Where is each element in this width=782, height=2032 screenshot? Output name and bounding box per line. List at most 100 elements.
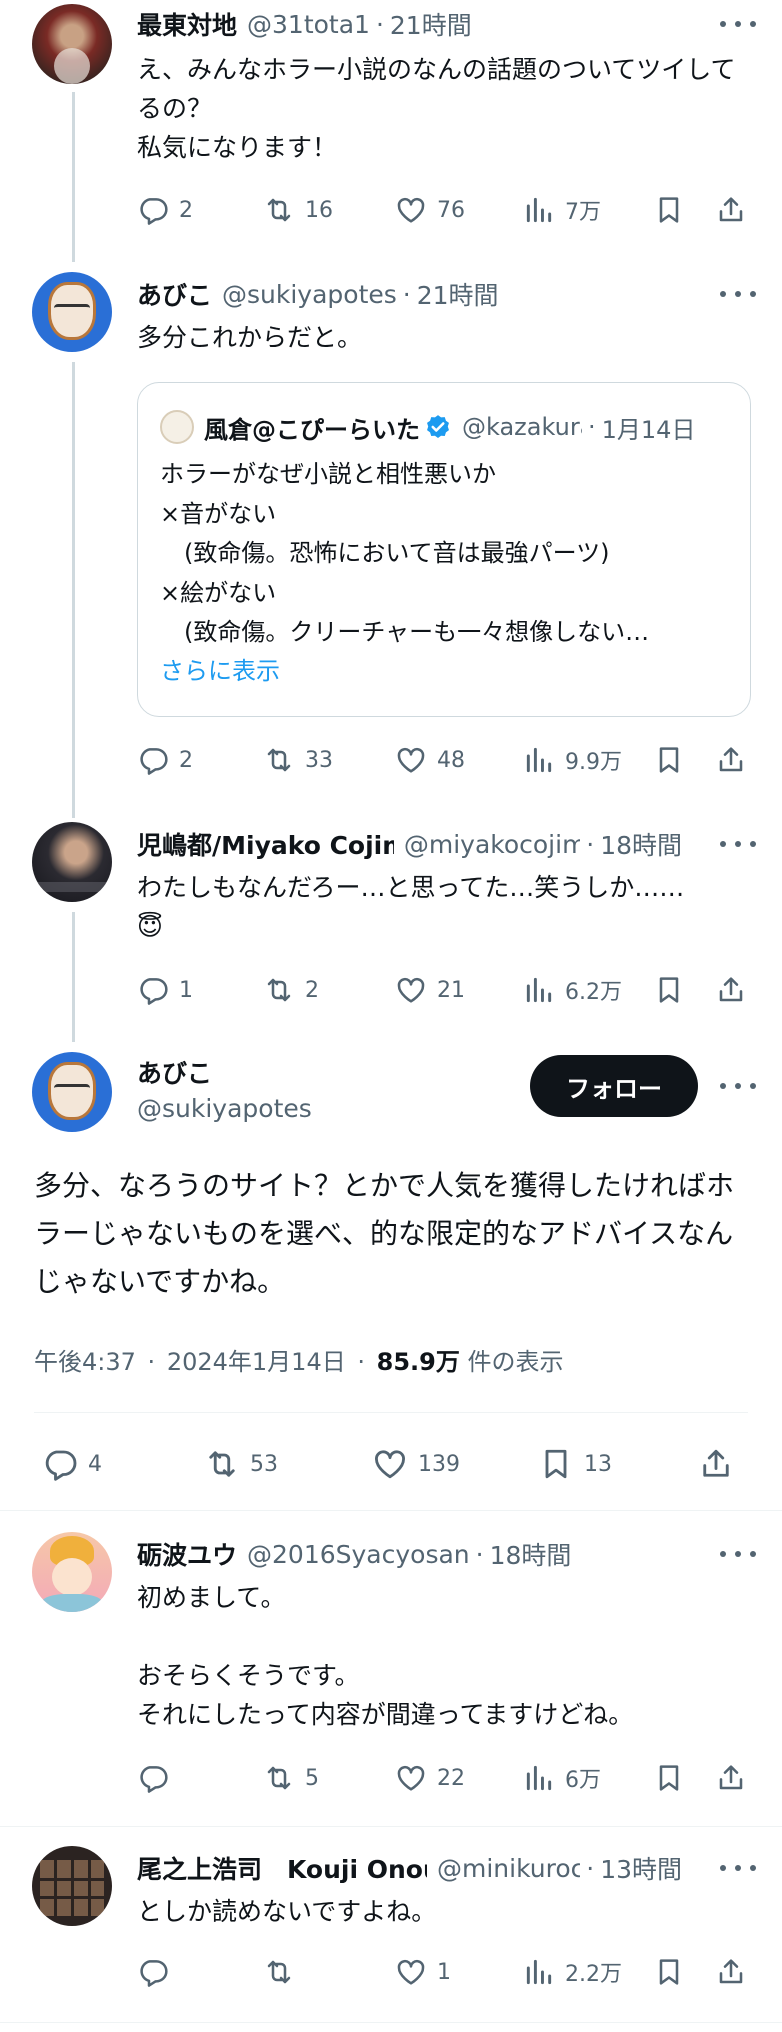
reply-icon — [137, 1956, 169, 1988]
user-handle[interactable]: @sukiyapotes — [222, 280, 397, 309]
share-button[interactable] — [715, 740, 747, 780]
avatar[interactable] — [32, 4, 112, 84]
like-count: 48 — [437, 747, 465, 773]
timestamp[interactable]: 18時間 — [490, 1536, 572, 1572]
post-date[interactable]: 2024年1月14日 — [167, 1348, 346, 1376]
like-button[interactable]: 22 — [395, 1758, 465, 1798]
like-count: 21 — [437, 977, 465, 1003]
separator: · — [586, 1853, 595, 1883]
retweet-button[interactable]: 5 — [263, 1758, 319, 1798]
retweet-icon — [263, 744, 295, 776]
display-name[interactable]: あびこ — [137, 276, 212, 312]
avatar[interactable] — [32, 822, 112, 902]
divider — [0, 1826, 782, 1827]
retweet-button[interactable] — [263, 1952, 305, 1992]
tweet-meta: 午後4:37 · 2024年1月14日 · 85.9万 件の表示 — [34, 1342, 564, 1377]
reply-button[interactable]: 2 — [137, 190, 193, 230]
retweet-button[interactable]: 16 — [263, 190, 333, 230]
share-button[interactable] — [715, 970, 747, 1010]
display-name[interactable]: 砺波ユウ — [137, 1536, 237, 1572]
like-icon — [395, 974, 427, 1006]
follow-button[interactable]: フォロー — [530, 1055, 698, 1117]
display-name[interactable]: あびこ — [137, 1054, 212, 1090]
show-more-link[interactable]: さらに表示 — [160, 651, 280, 686]
views-label: 件の表示 — [467, 1348, 564, 1376]
user-handle[interactable]: @2016Syacyosan — [247, 1540, 470, 1569]
views-button[interactable]: 6万 — [523, 1758, 601, 1798]
like-button[interactable]: 1 — [395, 1952, 451, 1992]
bookmark-button[interactable]: 13 — [538, 1442, 612, 1486]
timestamp[interactable]: 21時間 — [390, 6, 472, 42]
reply-icon — [137, 744, 169, 776]
views-icon — [523, 1956, 555, 1988]
timestamp[interactable]: 13時間 — [600, 1850, 682, 1886]
user-handle[interactable]: @minikuroc — [437, 1854, 580, 1883]
views-icon — [523, 194, 555, 226]
separator: · — [147, 1348, 156, 1376]
avatar[interactable] — [32, 1532, 112, 1612]
like-button[interactable]: 21 — [395, 970, 465, 1010]
user-handle[interactable]: @sukiyapotes — [137, 1094, 312, 1123]
reply-icon — [137, 194, 169, 226]
retweet-count: 2 — [305, 977, 319, 1003]
retweet-icon — [204, 1446, 240, 1482]
reply-button[interactable] — [137, 1952, 179, 1992]
reply-button[interactable]: 2 — [137, 740, 193, 780]
views-button[interactable]: 6.2万 — [523, 970, 622, 1010]
share-button[interactable] — [715, 1758, 747, 1798]
retweet-button[interactable]: 2 — [263, 970, 319, 1010]
display-name[interactable]: 児嶋都/Miyako Cojima — [137, 826, 394, 862]
reply-button[interactable]: 4 — [42, 1442, 102, 1486]
bookmark-button[interactable] — [653, 190, 685, 230]
tweet-header: 砺波ユウ @2016Syacyosan · 18時間 — [137, 1534, 682, 1574]
bookmark-button[interactable] — [653, 970, 685, 1010]
tweet-text: としか読めないですよね。 — [137, 1897, 437, 1926]
share-button[interactable] — [698, 1442, 734, 1486]
display-name[interactable]: 風倉@こぴーらいた — [204, 410, 420, 445]
tweet-header: 児嶋都/Miyako Cojima @miyakocojima · 18時間 — [137, 824, 682, 864]
display-name[interactable]: 尾之上浩司 Kouji Onoue — [137, 1850, 427, 1886]
display-name[interactable]: 最東対地 — [137, 6, 237, 42]
views-icon — [523, 744, 555, 776]
like-button[interactable]: 139 — [372, 1442, 460, 1486]
reply-count: 4 — [88, 1451, 102, 1477]
bookmark-button[interactable] — [653, 1758, 685, 1798]
reply-button[interactable] — [137, 1758, 179, 1798]
separator: · — [375, 9, 384, 39]
share-icon — [715, 974, 747, 1006]
bookmark-button[interactable] — [653, 740, 685, 780]
retweet-button[interactable]: 53 — [204, 1442, 278, 1486]
avatar[interactable] — [32, 272, 112, 352]
user-handle[interactable]: @miyakocojima — [404, 830, 580, 859]
share-button[interactable] — [715, 190, 747, 230]
more-icon[interactable] — [720, 12, 756, 36]
views-button[interactable]: 7万 — [523, 190, 601, 230]
reply-icon — [42, 1446, 78, 1482]
like-button[interactable]: 48 — [395, 740, 465, 780]
timestamp[interactable]: 21時間 — [417, 276, 499, 312]
more-icon[interactable] — [720, 1542, 756, 1566]
reply-button[interactable]: 1 — [137, 970, 193, 1010]
like-button[interactable]: 76 — [395, 190, 465, 230]
more-icon[interactable] — [720, 1074, 756, 1098]
more-icon[interactable] — [720, 832, 756, 856]
timestamp[interactable]: 18時間 — [600, 826, 682, 862]
avatar[interactable] — [32, 1052, 112, 1132]
quoted-tweet[interactable]: 風倉@こぴーらいた @kazakura · 1月14日 ホラーがなぜ小説と相性悪… — [137, 382, 751, 717]
views-button[interactable]: 9.9万 — [523, 740, 622, 780]
avatar[interactable] — [32, 1846, 112, 1926]
retweet-icon — [263, 194, 295, 226]
more-icon[interactable] — [720, 1856, 756, 1880]
more-icon[interactable] — [720, 282, 756, 306]
timestamp[interactable]: 1月14日 — [602, 410, 696, 445]
like-count: 76 — [437, 197, 465, 223]
post-time[interactable]: 午後4:37 — [34, 1348, 136, 1376]
like-icon — [372, 1446, 408, 1482]
user-handle[interactable]: @kazakura — [462, 413, 582, 441]
retweet-button[interactable]: 33 — [263, 740, 333, 780]
bookmark-button[interactable] — [653, 1952, 685, 1992]
views-button[interactable]: 2.2万 — [523, 1952, 622, 1992]
tweet-header: あびこ @sukiyapotes · 21時間 — [137, 274, 682, 314]
user-handle[interactable]: @31tota1 — [247, 10, 370, 39]
share-button[interactable] — [715, 1952, 747, 1992]
